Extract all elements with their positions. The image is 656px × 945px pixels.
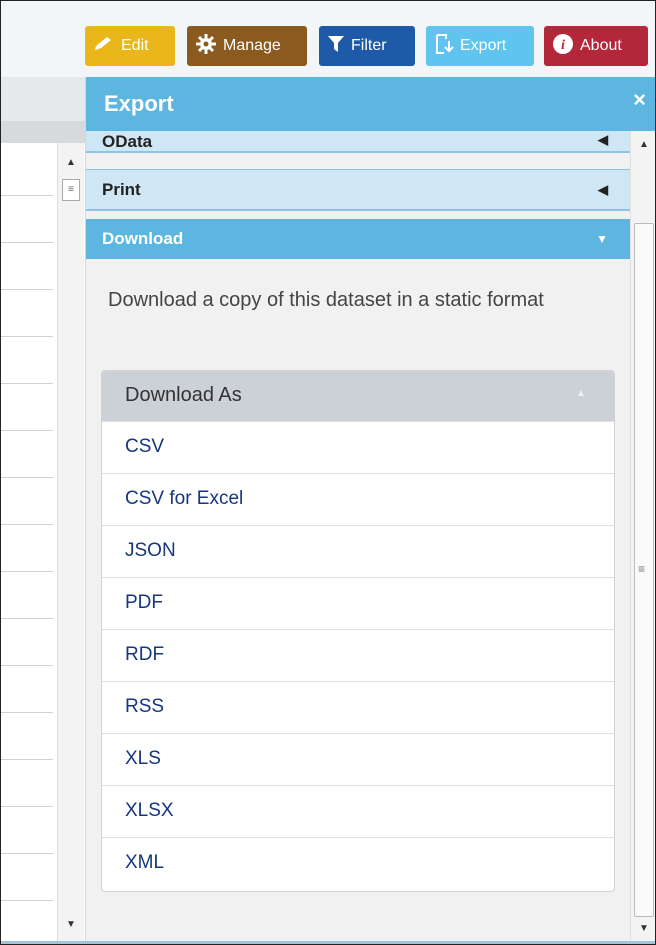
export-button[interactable]: Export (426, 26, 534, 66)
grid-header (1, 77, 85, 122)
download-option-label[interactable]: RSS (125, 696, 164, 718)
download-option-json[interactable]: JSON (102, 525, 614, 577)
grid-row-line (1, 195, 53, 196)
filter-label: Filter (351, 37, 387, 54)
grid-row-line (1, 383, 53, 384)
panel-scrollbar[interactable]: ▲ ≡ ▼ (630, 131, 655, 944)
download-option-label[interactable]: PDF (125, 592, 163, 614)
funnel-icon (327, 34, 345, 59)
caret-up-icon: ▲ (576, 388, 586, 399)
grid-row-line (1, 759, 53, 760)
caret-left-icon: ◀ (598, 181, 608, 197)
download-option-xml[interactable]: XML (102, 837, 614, 889)
accordion-download-label: Download (102, 229, 184, 248)
accordion-print-label: Print (102, 179, 141, 199)
export-label: Export (460, 37, 507, 54)
grid-row-line (1, 289, 53, 290)
caret-down-icon: ▼ (596, 232, 608, 246)
download-option-csv[interactable]: CSV (102, 421, 614, 473)
export-panel-header: Export × (86, 77, 655, 131)
download-option-xls[interactable]: XLS (102, 733, 614, 785)
accordion-print[interactable]: Print ◀ (86, 169, 630, 211)
about-button[interactable]: i About (544, 26, 648, 66)
filter-button[interactable]: Filter (319, 26, 415, 66)
svg-text:i: i (561, 38, 565, 53)
accordion-odata-label: OData (102, 132, 153, 151)
grid-row-line (1, 618, 53, 619)
grid-row-line (1, 571, 53, 572)
download-as-dropdown: Download As ▲ CSV CSV for Excel JSON PDF… (101, 370, 615, 892)
scroll-down-arrow-icon[interactable]: ▼ (639, 923, 649, 934)
pencil-icon (93, 36, 115, 57)
download-option-rdf[interactable]: RDF (102, 629, 614, 681)
download-option-label[interactable]: JSON (125, 540, 176, 562)
grid-row-line (1, 477, 53, 478)
grid-row-line (1, 430, 53, 431)
download-option-label[interactable]: RDF (125, 644, 164, 666)
download-option-label[interactable]: XLSX (125, 800, 174, 822)
download-option-label[interactable]: CSV for Excel (125, 488, 243, 510)
grid-row-line (1, 806, 53, 807)
download-option-label[interactable]: CSV (125, 436, 164, 458)
scroll-up-arrow-icon[interactable]: ▲ (66, 157, 76, 168)
edit-button[interactable]: Edit (85, 26, 175, 66)
app-frame: Edit Manage Filter Export i About ▲ ≡ ▼ … (0, 0, 656, 945)
grid-scrollbar[interactable]: ▲ ≡ ▼ (57, 143, 84, 941)
download-as-header[interactable]: Download As ▲ (102, 371, 614, 421)
grid-row-line (1, 336, 53, 337)
gear-icon (195, 33, 217, 60)
caret-left-icon: ◀ (598, 132, 608, 147)
grid-row-line (1, 242, 53, 243)
export-panel: Export × OData ◀ Print ◀ Download ▼ Down… (85, 77, 655, 944)
export-icon (434, 33, 454, 60)
download-description: Download a copy of this dataset in a sta… (108, 289, 544, 311)
scroll-down-arrow-icon[interactable]: ▼ (66, 919, 76, 930)
accordion-download[interactable]: Download ▼ (86, 219, 630, 259)
scroll-grip-icon[interactable]: ≡ (62, 179, 80, 201)
download-option-csv-excel[interactable]: CSV for Excel (102, 473, 614, 525)
download-option-xlsx[interactable]: XLSX (102, 785, 614, 837)
edit-label: Edit (121, 37, 149, 54)
grid-row-line (1, 524, 53, 525)
download-option-label[interactable]: XML (125, 852, 164, 874)
download-as-title: Download As (125, 384, 242, 406)
grid-row-line (1, 853, 53, 854)
scroll-grip-icon: ≡ (638, 562, 646, 576)
manage-button[interactable]: Manage (187, 26, 307, 66)
grid-subheader (1, 121, 85, 143)
toolbar: Edit Manage Filter Export i About (1, 1, 655, 77)
download-option-rss[interactable]: RSS (102, 681, 614, 733)
export-panel-title: Export (104, 91, 174, 116)
download-option-pdf[interactable]: PDF (102, 577, 614, 629)
scroll-up-arrow-icon[interactable]: ▲ (639, 139, 649, 150)
info-icon: i (552, 33, 574, 60)
close-icon[interactable]: × (633, 87, 646, 113)
manage-label: Manage (223, 37, 281, 54)
bottom-border (1, 941, 655, 944)
accordion-odata[interactable]: OData ◀ (86, 131, 630, 153)
grid-row-line (1, 712, 53, 713)
scroll-thumb[interactable]: ≡ (634, 223, 654, 917)
download-option-label[interactable]: XLS (125, 748, 161, 770)
grid-row-line (1, 900, 53, 901)
grid-row-line (1, 665, 53, 666)
about-label: About (580, 37, 622, 54)
